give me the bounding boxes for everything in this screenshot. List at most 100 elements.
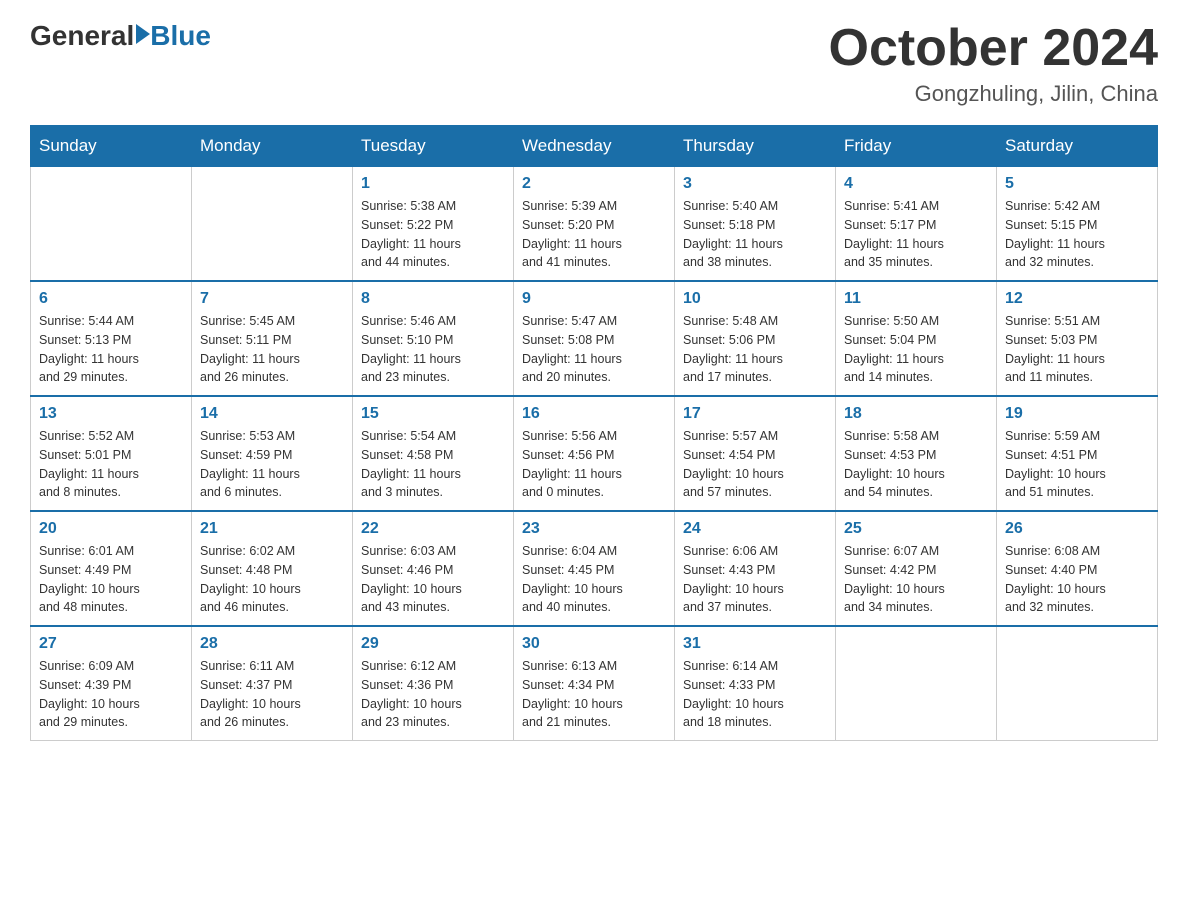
- calendar-cell: 8Sunrise: 5:46 AM Sunset: 5:10 PM Daylig…: [353, 281, 514, 396]
- day-number: 4: [844, 175, 988, 193]
- calendar-table: SundayMondayTuesdayWednesdayThursdayFrid…: [30, 125, 1158, 741]
- day-info: Sunrise: 6:07 AM Sunset: 4:42 PM Dayligh…: [844, 542, 988, 617]
- day-number: 23: [522, 520, 666, 538]
- day-info: Sunrise: 5:50 AM Sunset: 5:04 PM Dayligh…: [844, 312, 988, 387]
- day-info: Sunrise: 5:48 AM Sunset: 5:06 PM Dayligh…: [683, 312, 827, 387]
- calendar-week-row: 6Sunrise: 5:44 AM Sunset: 5:13 PM Daylig…: [31, 281, 1158, 396]
- day-info: Sunrise: 5:51 AM Sunset: 5:03 PM Dayligh…: [1005, 312, 1149, 387]
- day-number: 18: [844, 405, 988, 423]
- month-title: October 2024: [829, 20, 1159, 77]
- calendar-cell: 2 Sunrise: 5:39 AM Sunset: 5:20 PM Daylig…: [514, 167, 675, 282]
- calendar-week-row: 20 Sunrise: 6:01 AM Sunset: 4:49 PM Dayli…: [31, 511, 1158, 626]
- day-number: 16: [522, 405, 666, 423]
- calendar-cell: 18 Sunrise: 5:58 AM Sunset: 4:53 PM Dayli…: [836, 396, 997, 511]
- calendar-cell: 17Sunrise: 5:57 AM Sunset: 4:54 PM Dayli…: [675, 396, 836, 511]
- day-number: 20: [39, 520, 183, 538]
- calendar-cell: 16 Sunrise: 5:56 AM Sunset: 4:56 PM Dayli…: [514, 396, 675, 511]
- day-info: Sunrise: 6:14 AM Sunset: 4:33 PM Dayligh…: [683, 657, 827, 732]
- calendar-cell: 10 Sunrise: 5:48 AM Sunset: 5:06 PM Dayli…: [675, 281, 836, 396]
- weekday-header-sunday: Sunday: [31, 126, 192, 167]
- day-info: Sunrise: 5:56 AM Sunset: 4:56 PM Dayligh…: [522, 427, 666, 502]
- day-number: 24: [683, 520, 827, 538]
- calendar-cell: 22 Sunrise: 6:03 AM Sunset: 4:46 PM Dayli…: [353, 511, 514, 626]
- day-info: Sunrise: 6:03 AM Sunset: 4:46 PM Dayligh…: [361, 542, 505, 617]
- day-number: 31: [683, 635, 827, 653]
- day-number: 12: [1005, 290, 1149, 308]
- calendar-cell: 29Sunrise: 6:12 AM Sunset: 4:36 PM Dayli…: [353, 626, 514, 741]
- logo-general-text: General: [30, 20, 134, 52]
- day-info: Sunrise: 5:47 AM Sunset: 5:08 PM Dayligh…: [522, 312, 666, 387]
- day-info: Sunrise: 5:57 AM Sunset: 4:54 PM Dayligh…: [683, 427, 827, 502]
- title-section: October 2024 Gongzhuling, Jilin, China: [829, 20, 1159, 107]
- day-info: Sunrise: 5:54 AM Sunset: 4:58 PM Dayligh…: [361, 427, 505, 502]
- day-number: 3: [683, 175, 827, 193]
- calendar-cell: 26 Sunrise: 6:08 AM Sunset: 4:40 PM Dayli…: [997, 511, 1158, 626]
- page-header: General Blue October 2024 Gongzhuling, J…: [30, 20, 1158, 107]
- day-info: Sunrise: 5:52 AM Sunset: 5:01 PM Dayligh…: [39, 427, 183, 502]
- weekday-header-row: SundayMondayTuesdayWednesdayThursdayFrid…: [31, 126, 1158, 167]
- calendar-cell: 21Sunrise: 6:02 AM Sunset: 4:48 PM Dayli…: [192, 511, 353, 626]
- calendar-cell: 12 Sunrise: 5:51 AM Sunset: 5:03 PM Dayli…: [997, 281, 1158, 396]
- calendar-cell: 7 Sunrise: 5:45 AM Sunset: 5:11 PM Daylig…: [192, 281, 353, 396]
- calendar-cell: 20 Sunrise: 6:01 AM Sunset: 4:49 PM Dayli…: [31, 511, 192, 626]
- day-number: 7: [200, 290, 344, 308]
- calendar-cell: 3 Sunrise: 5:40 AM Sunset: 5:18 PM Daylig…: [675, 167, 836, 282]
- day-info: Sunrise: 5:53 AM Sunset: 4:59 PM Dayligh…: [200, 427, 344, 502]
- day-number: 2: [522, 175, 666, 193]
- day-info: Sunrise: 6:06 AM Sunset: 4:43 PM Dayligh…: [683, 542, 827, 617]
- calendar-cell: 1 Sunrise: 5:38 AM Sunset: 5:22 PM Daylig…: [353, 167, 514, 282]
- day-number: 9: [522, 290, 666, 308]
- weekday-header-saturday: Saturday: [997, 126, 1158, 167]
- day-info: Sunrise: 5:41 AM Sunset: 5:17 PM Dayligh…: [844, 197, 988, 272]
- calendar-cell: 13 Sunrise: 5:52 AM Sunset: 5:01 PM Dayli…: [31, 396, 192, 511]
- day-info: Sunrise: 5:40 AM Sunset: 5:18 PM Dayligh…: [683, 197, 827, 272]
- calendar-cell: [31, 167, 192, 282]
- day-number: 28: [200, 635, 344, 653]
- calendar-cell: [836, 626, 997, 741]
- calendar-cell: 5 Sunrise: 5:42 AM Sunset: 5:15 PM Daylig…: [997, 167, 1158, 282]
- logo-blue-part: Blue: [134, 20, 211, 52]
- location-title: Gongzhuling, Jilin, China: [829, 81, 1159, 107]
- calendar-cell: 28 Sunrise: 6:11 AM Sunset: 4:37 PM Dayli…: [192, 626, 353, 741]
- day-number: 10: [683, 290, 827, 308]
- day-info: Sunrise: 6:08 AM Sunset: 4:40 PM Dayligh…: [1005, 542, 1149, 617]
- calendar-cell: 11 Sunrise: 5:50 AM Sunset: 5:04 PM Dayli…: [836, 281, 997, 396]
- calendar-cell: 4 Sunrise: 5:41 AM Sunset: 5:17 PM Daylig…: [836, 167, 997, 282]
- calendar-cell: 24 Sunrise: 6:06 AM Sunset: 4:43 PM Dayli…: [675, 511, 836, 626]
- day-number: 5: [1005, 175, 1149, 193]
- calendar-cell: 14Sunrise: 5:53 AM Sunset: 4:59 PM Dayli…: [192, 396, 353, 511]
- day-info: Sunrise: 5:45 AM Sunset: 5:11 PM Dayligh…: [200, 312, 344, 387]
- weekday-header-monday: Monday: [192, 126, 353, 167]
- day-info: Sunrise: 5:42 AM Sunset: 5:15 PM Dayligh…: [1005, 197, 1149, 272]
- day-number: 22: [361, 520, 505, 538]
- logo-arrow-icon: [136, 24, 150, 44]
- day-info: Sunrise: 5:46 AM Sunset: 5:10 PM Dayligh…: [361, 312, 505, 387]
- calendar-cell: 27Sunrise: 6:09 AM Sunset: 4:39 PM Dayli…: [31, 626, 192, 741]
- day-info: Sunrise: 6:04 AM Sunset: 4:45 PM Dayligh…: [522, 542, 666, 617]
- day-number: 13: [39, 405, 183, 423]
- day-info: Sunrise: 5:39 AM Sunset: 5:20 PM Dayligh…: [522, 197, 666, 272]
- day-number: 29: [361, 635, 505, 653]
- day-number: 19: [1005, 405, 1149, 423]
- day-number: 1: [361, 175, 505, 193]
- calendar-cell: 23 Sunrise: 6:04 AM Sunset: 4:45 PM Dayli…: [514, 511, 675, 626]
- day-info: Sunrise: 6:01 AM Sunset: 4:49 PM Dayligh…: [39, 542, 183, 617]
- day-info: Sunrise: 5:58 AM Sunset: 4:53 PM Dayligh…: [844, 427, 988, 502]
- day-number: 11: [844, 290, 988, 308]
- day-info: Sunrise: 5:59 AM Sunset: 4:51 PM Dayligh…: [1005, 427, 1149, 502]
- day-info: Sunrise: 5:38 AM Sunset: 5:22 PM Dayligh…: [361, 197, 505, 272]
- day-info: Sunrise: 5:44 AM Sunset: 5:13 PM Dayligh…: [39, 312, 183, 387]
- day-info: Sunrise: 6:11 AM Sunset: 4:37 PM Dayligh…: [200, 657, 344, 732]
- calendar-cell: [997, 626, 1158, 741]
- day-number: 25: [844, 520, 988, 538]
- day-number: 26: [1005, 520, 1149, 538]
- calendar-week-row: 1 Sunrise: 5:38 AM Sunset: 5:22 PM Daylig…: [31, 167, 1158, 282]
- day-number: 21: [200, 520, 344, 538]
- calendar-cell: 6Sunrise: 5:44 AM Sunset: 5:13 PM Daylig…: [31, 281, 192, 396]
- logo: General Blue: [30, 20, 211, 52]
- logo-blue-text: Blue: [150, 20, 211, 52]
- weekday-header-friday: Friday: [836, 126, 997, 167]
- calendar-cell: 25 Sunrise: 6:07 AM Sunset: 4:42 PM Dayli…: [836, 511, 997, 626]
- day-number: 30: [522, 635, 666, 653]
- day-info: Sunrise: 6:09 AM Sunset: 4:39 PM Dayligh…: [39, 657, 183, 732]
